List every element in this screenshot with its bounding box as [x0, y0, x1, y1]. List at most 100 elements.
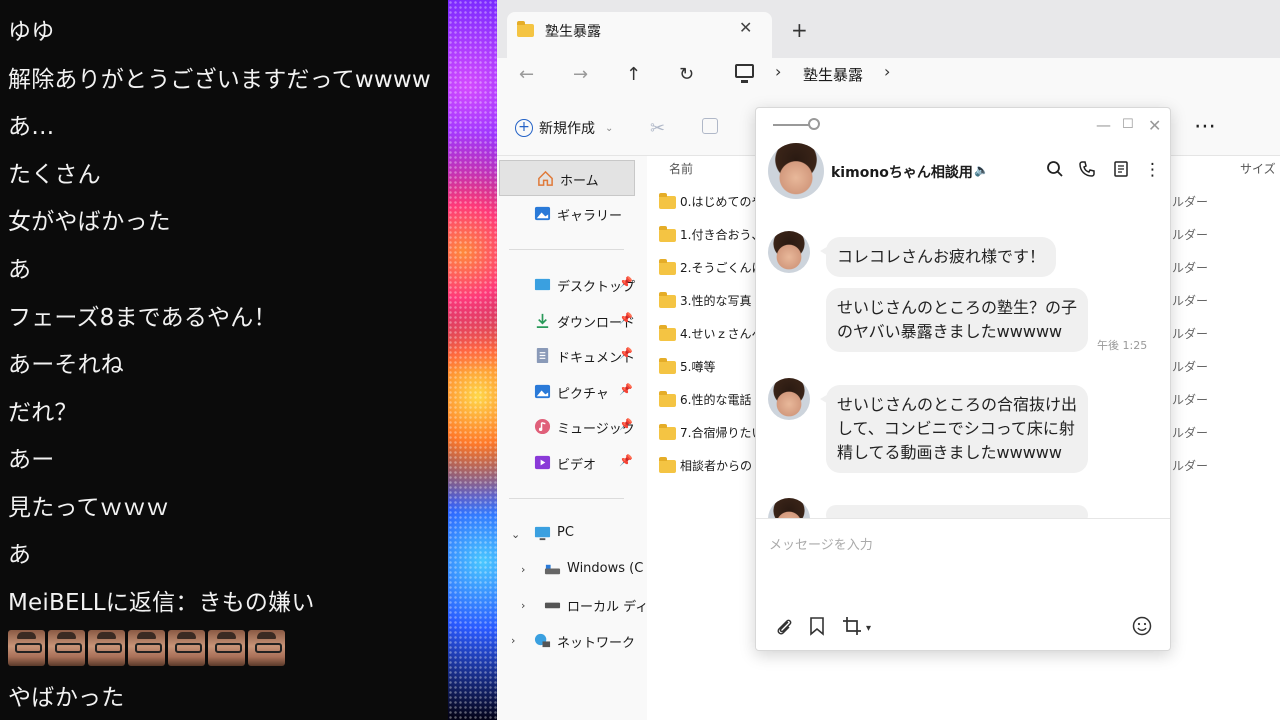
sender-avatar[interactable]	[768, 498, 810, 518]
folder-icon	[659, 226, 676, 242]
nav-item-home[interactable]: ホーム	[499, 160, 635, 196]
folder-name: 相談者からの	[680, 459, 753, 473]
more-vertical-icon[interactable]: ⋮	[1144, 160, 1161, 180]
folder-type: ルダー	[1172, 228, 1209, 242]
nav-item-label: ビデオ	[557, 458, 597, 473]
message-bubble-partial[interactable]	[826, 505, 1088, 518]
folder-type: ルダー	[1172, 393, 1209, 407]
cut-icon[interactable]: ✂	[650, 118, 665, 139]
close-tab-button[interactable]: ✕	[739, 18, 752, 37]
chat-line: 女がやばかった	[8, 209, 171, 235]
download-icon	[536, 313, 549, 328]
stream-chat-panel: ゆゆ 解除ありがとうございますだってwwww あ… たくさん 女がやばかった あ…	[0, 0, 448, 720]
chat-avatar[interactable]	[768, 143, 824, 199]
pin-icon: 📌	[619, 383, 633, 396]
chat-popup-window: — ☐ ✕ kimonoちゃん相談用 🔈 ⋮ コレコレさんお疲れ様です！ せいじ…	[755, 107, 1171, 651]
speaker-muted-icon: 🔈	[974, 163, 989, 177]
face-emote-icon	[168, 630, 205, 666]
document-icon	[536, 347, 549, 364]
chevron-right-icon[interactable]: ›	[775, 62, 781, 81]
folder-icon	[659, 358, 676, 374]
close-button[interactable]: ✕	[1148, 116, 1161, 135]
column-header-name[interactable]: 名前	[669, 160, 693, 177]
home-icon	[538, 170, 553, 186]
nav-item-network[interactable]: ネットワーク	[497, 623, 636, 659]
chat-line: たくさん	[8, 162, 101, 188]
copy-icon[interactable]	[702, 118, 718, 134]
pc-icon[interactable]	[735, 64, 754, 83]
new-tab-button[interactable]: +	[791, 18, 808, 42]
desktop-screen: ゆゆ 解除ありがとうございますだってwwww あ… たくさん 女がやばかった あ…	[0, 0, 1280, 720]
emote-row	[8, 630, 285, 666]
message-input[interactable]	[769, 533, 1149, 557]
note-icon[interactable]	[1112, 160, 1130, 178]
pin-icon: 📌	[619, 418, 633, 431]
sender-avatar[interactable]	[768, 378, 810, 420]
phone-icon[interactable]	[1078, 160, 1096, 178]
video-icon	[534, 455, 551, 470]
folder-icon	[659, 193, 676, 209]
nav-item-documents[interactable]: ドキュメント 📌	[497, 338, 635, 374]
folder-name: 1.付き合おう、	[680, 228, 764, 242]
music-icon	[534, 418, 551, 435]
nav-item-downloads[interactable]: ダウンロード 📌	[497, 303, 635, 339]
nav-item-videos[interactable]: ビデオ 📌	[497, 445, 633, 481]
more-options-button[interactable]: ⋯	[1194, 114, 1217, 139]
search-icon[interactable]	[1046, 160, 1064, 178]
chat-line: あ	[8, 542, 32, 568]
folder-icon	[659, 457, 676, 473]
folder-icon	[659, 424, 676, 440]
nav-item-label: ホーム	[560, 174, 599, 189]
maximize-button[interactable]: ☐	[1122, 117, 1134, 132]
plus-icon: +	[515, 119, 533, 137]
new-button[interactable]: + 新規作成 ⌄	[515, 118, 613, 138]
chat-line: 見たってｗｗｗ	[8, 495, 170, 521]
paperclip-icon[interactable]	[774, 616, 794, 636]
tab-current-folder[interactable]: 塾生暴露 ✕	[507, 12, 772, 58]
nav-item-desktop[interactable]: デスクトップ 📌	[497, 267, 635, 303]
chevron-right-icon[interactable]: ›	[884, 62, 890, 81]
refresh-button[interactable]: ↻	[679, 64, 694, 85]
folder-icon	[659, 325, 676, 341]
pin-icon: 📌	[619, 454, 633, 467]
nav-item-local-drive[interactable]: ローカル ディ	[507, 587, 648, 623]
tab-label: 塾生暴露	[545, 24, 601, 40]
chat-line: やばかった	[8, 685, 125, 711]
up-button[interactable]: ↑	[626, 64, 641, 85]
pin-toggle-track[interactable]	[773, 124, 811, 126]
face-emote-icon	[8, 630, 45, 666]
message-bubble[interactable]: せいじさんのところの塾生？の子のヤバい暴露きましたwwwww	[826, 288, 1088, 352]
chevron-down-icon[interactable]: ▾	[866, 623, 871, 634]
folder-name: 3.性的な写真	[680, 294, 752, 308]
sender-avatar[interactable]	[768, 231, 810, 273]
chat-line: ゆゆ	[8, 19, 55, 45]
pc-icon	[534, 526, 551, 541]
pin-icon: 📌	[619, 276, 633, 289]
desktop-icon	[534, 278, 551, 291]
breadcrumb-folder[interactable]: 塾生暴露	[803, 64, 863, 85]
column-header-size[interactable]: サイズ	[1240, 160, 1276, 177]
nav-item-gallery[interactable]: ギャラリー	[497, 196, 633, 232]
forward-button[interactable]: →	[573, 64, 588, 85]
message-list: コレコレさんお疲れ様です！ せいじさんのところの塾生？の子のヤバい暴露きましたw…	[756, 208, 1170, 518]
back-button[interactable]: ←	[519, 64, 534, 85]
chat-line: あーそれね	[8, 352, 124, 378]
nav-item-label: ネットワーク	[557, 636, 636, 651]
message-bubble[interactable]: コレコレさんお疲れ様です！	[819, 237, 1057, 277]
emoji-icon[interactable]	[1132, 616, 1152, 636]
bookmark-icon[interactable]	[808, 616, 826, 636]
nav-item-windows-drive[interactable]: Windows (C	[507, 552, 643, 588]
chat-line: 解除ありがとうございますだってwwww	[8, 67, 431, 93]
pin-toggle-icon[interactable]	[808, 118, 820, 130]
folder-name: 5.噂等	[680, 360, 716, 374]
drive-icon	[544, 602, 561, 609]
crop-icon[interactable]	[842, 616, 862, 636]
pictures-icon	[534, 384, 551, 399]
nav-item-pc[interactable]: PC	[497, 516, 633, 552]
chat-line: フェーズ8まであるやん！	[8, 305, 277, 331]
nav-item-pictures[interactable]: ピクチャ 📌	[497, 374, 633, 410]
nav-item-music[interactable]: ミュージック 📌	[497, 409, 635, 445]
message-bubble[interactable]: せいじさんのところの合宿抜け出して、コンビニでシコって床に射精してる動画きました…	[820, 385, 1088, 473]
nav-item-label: PC	[557, 525, 574, 540]
minimize-button[interactable]: —	[1096, 116, 1111, 134]
